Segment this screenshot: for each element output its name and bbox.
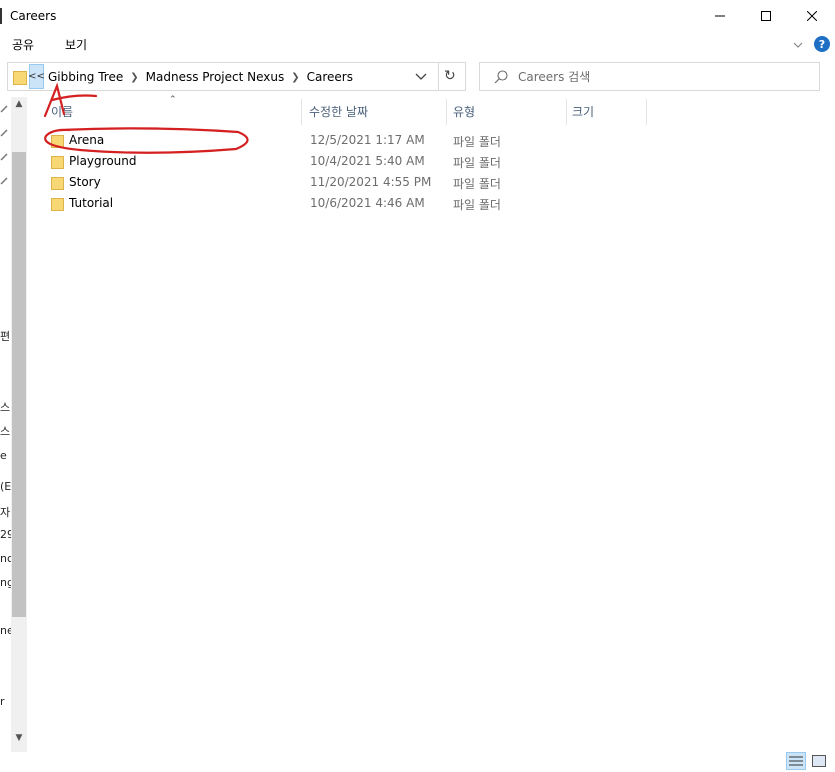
window-title: Careers (10, 9, 57, 23)
file-date: 10/6/2021 4:46 AM (310, 196, 425, 210)
search-input[interactable] (518, 68, 808, 86)
column-divider[interactable] (646, 99, 647, 125)
nav-item-label[interactable]: r (0, 695, 11, 708)
nav-item-label[interactable]: ne (0, 624, 11, 637)
list-item[interactable]: Arena 12/5/2021 1:17 AM 파일 폴더 (44, 130, 664, 151)
window-edge (0, 8, 2, 24)
scroll-up-button[interactable]: ▲ (12, 99, 26, 113)
breadcrumb-item[interactable]: Gibbing Tree (48, 70, 123, 84)
column-divider[interactable] (446, 99, 447, 125)
expand-ribbon-button[interactable] (793, 38, 803, 52)
ribbon: 공유 보기 (0, 32, 835, 56)
maximize-button[interactable] (743, 0, 789, 32)
column-header-name[interactable]: 이름 (51, 103, 73, 120)
list-item[interactable]: Story 11/20/2021 4:55 PM 파일 폴더 (44, 172, 664, 193)
large-icons-view-icon (812, 755, 826, 767)
nav-item-label[interactable]: 스 (0, 399, 11, 415)
maximize-icon (761, 11, 771, 21)
navigation-pane: 편 스 스 e ( (E 자 29 nc ng ne r ▲ ▼ (0, 97, 28, 752)
folder-icon (51, 155, 64, 172)
column-header-type[interactable]: 유형 (453, 103, 475, 120)
file-date: 10/4/2021 5:40 AM (310, 154, 425, 168)
pin-icon (0, 105, 8, 113)
nav-scrollbar-thumb[interactable] (12, 152, 26, 617)
file-date: 11/20/2021 4:55 PM (310, 175, 432, 189)
nav-item-label[interactable]: 자 (0, 504, 11, 520)
divider (438, 63, 439, 90)
folder-icon (13, 69, 27, 88)
chevron-right-icon[interactable]: ❯ (130, 72, 138, 83)
list-item[interactable]: Playground 10/4/2021 5:40 AM 파일 폴더 (44, 151, 664, 172)
file-name: Story (69, 175, 101, 189)
sort-ascending-icon: ⌃ (169, 95, 177, 105)
file-type: 파일 폴더 (453, 177, 501, 191)
column-header-size[interactable]: 크기 (572, 103, 594, 120)
status-bar (0, 752, 835, 772)
chevron-down-icon (793, 42, 803, 48)
breadcrumb: Gibbing Tree ❯ Madness Project Nexus ❯ C… (48, 70, 353, 84)
nav-item-label[interactable]: nc (0, 552, 11, 565)
file-type: 파일 폴더 (453, 156, 501, 170)
folder-icon (51, 197, 64, 214)
column-header-date[interactable]: 수정한 날짜 (309, 103, 368, 120)
help-icon[interactable]: ? (814, 36, 830, 52)
tab-share[interactable]: 공유 (12, 36, 34, 53)
search-box[interactable] (479, 62, 820, 91)
details-view-button[interactable] (786, 752, 806, 770)
pin-icon (0, 177, 8, 185)
pin-icon (0, 129, 8, 137)
details-view-icon (789, 756, 803, 766)
close-button[interactable] (789, 0, 835, 32)
nav-item-label[interactable]: 29 (0, 528, 11, 541)
file-name: Arena (69, 133, 105, 147)
file-type: 파일 폴더 (453, 198, 501, 212)
minimize-button[interactable] (697, 0, 743, 32)
file-type: 파일 폴더 (453, 135, 501, 149)
address-bar[interactable]: << Gibbing Tree ❯ Madness Project Nexus … (7, 62, 466, 91)
column-divider[interactable] (301, 99, 302, 125)
breadcrumb-item[interactable]: Careers (307, 70, 353, 84)
nav-item-label[interactable]: 스 (0, 423, 11, 439)
chevron-down-icon (415, 73, 427, 80)
column-divider[interactable] (566, 99, 567, 125)
nav-item-label[interactable]: ng (0, 576, 11, 589)
pin-icon (0, 153, 8, 161)
breadcrumb-item[interactable]: Madness Project Nexus (146, 70, 285, 84)
breadcrumb-overflow-button[interactable]: << (28, 64, 45, 89)
folder-icon (51, 134, 64, 151)
column-headers: ⌃ 이름 수정한 날짜 유형 크기 (35, 95, 825, 125)
scroll-down-button[interactable]: ▼ (12, 733, 26, 747)
nav-item-label[interactable]: e ( (0, 449, 11, 462)
large-icons-view-button[interactable] (809, 752, 829, 770)
file-name: Tutorial (69, 196, 114, 210)
minimize-icon (715, 15, 725, 17)
list-item[interactable]: Tutorial 10/6/2021 4:46 AM 파일 폴더 (44, 193, 664, 214)
search-icon (494, 70, 508, 87)
file-date: 12/5/2021 1:17 AM (310, 133, 425, 147)
nav-item-label[interactable]: 편 (0, 328, 11, 344)
close-icon (807, 11, 817, 21)
file-name: Playground (69, 154, 137, 168)
nav-item-label[interactable]: (E (0, 480, 11, 493)
refresh-icon[interactable]: ↻ (444, 68, 456, 84)
title-bar: Careers (0, 0, 835, 32)
folder-icon (51, 176, 64, 193)
address-history-dropdown[interactable] (415, 71, 427, 85)
chevron-right-icon[interactable]: ❯ (291, 72, 299, 83)
tab-view[interactable]: 보기 (65, 36, 87, 53)
